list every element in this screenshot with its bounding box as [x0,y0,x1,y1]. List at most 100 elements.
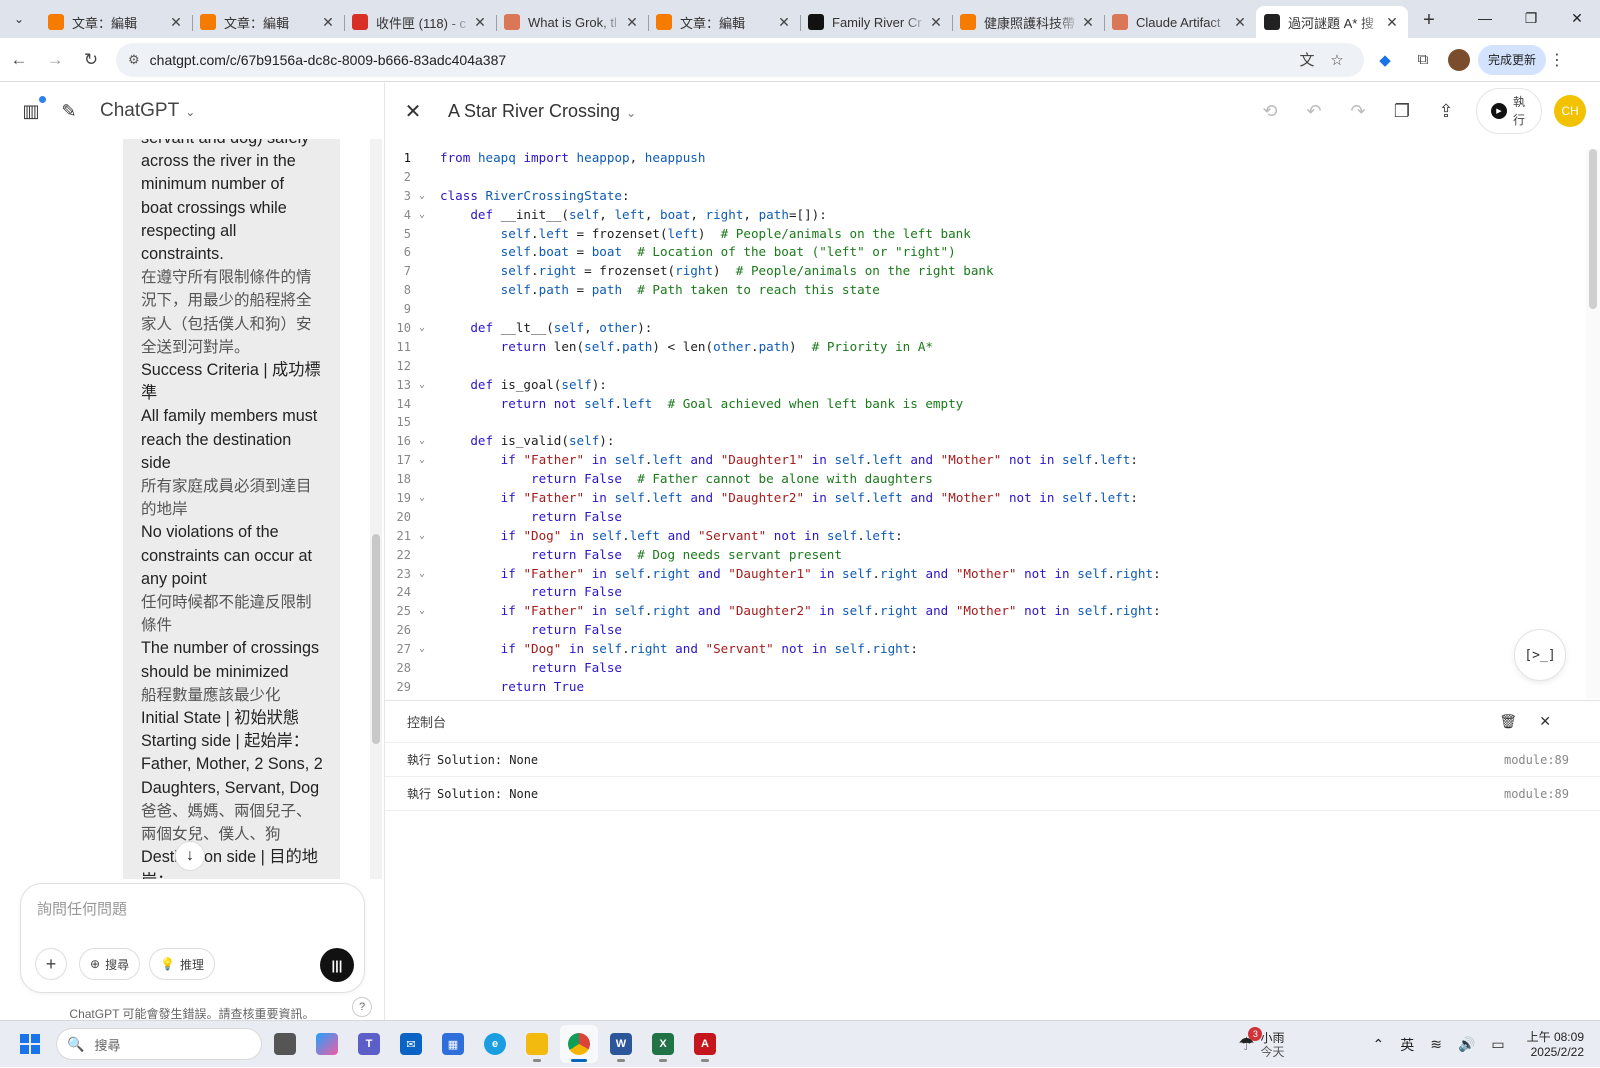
code-line[interactable]: 3 ⌄ class RiverCrossingState: [385,187,1585,206]
word-icon[interactable]: W [602,1025,640,1063]
fold-chevron-icon[interactable]: ⌄ [411,602,433,621]
terminal-icon[interactable]: [>_] [1514,629,1566,681]
chrome-icon[interactable] [560,1025,598,1063]
new-chat-icon[interactable]: ✎ [56,98,82,124]
browser-tab[interactable]: Claude Artifact ✕ [1104,6,1256,38]
browser-tab[interactable]: 文章：編輯 ✕ [40,6,192,38]
code-line[interactable]: 2 [385,168,1585,187]
fold-chevron-icon[interactable]: ⌄ [411,489,433,508]
new-tab-button[interactable]: + [1414,5,1444,35]
close-window-icon[interactable]: ✕ [1554,0,1600,36]
code-line[interactable]: 16 ⌄ def is_valid(self): [385,432,1585,451]
redo-icon[interactable]: ↷ [1336,89,1380,133]
fold-chevron-icon[interactable]: ⌄ [411,640,433,659]
chat-scrollbar[interactable] [370,139,382,879]
voice-mode-icon[interactable]: ||| [320,948,354,982]
code-line[interactable]: 6 self.boat = boat # Location of the boa… [385,243,1585,262]
undo-icon[interactable]: ↶ [1292,89,1336,133]
excel-icon[interactable]: X [644,1025,682,1063]
search-button[interactable]: ⊕ 搜尋 [79,948,141,980]
code-line[interactable]: 20 return False [385,508,1585,527]
scrollbar-thumb[interactable] [372,534,380,744]
close-tab-icon[interactable]: ✕ [168,14,184,31]
fold-chevron-icon[interactable]: ⌄ [411,376,433,395]
trash-icon[interactable]: 🗑 [1499,713,1517,730]
code-line[interactable]: 11 return len(self.path) < len(other.pat… [385,338,1585,357]
extension-blue-icon[interactable]: ◆ [1368,43,1402,77]
code-line[interactable]: 13 ⌄ def is_goal(self): [385,376,1585,395]
reload-icon[interactable]: ↻ [74,43,108,77]
scrollbar-thumb[interactable] [1589,149,1597,309]
browser-tab[interactable]: Family River Cr ✕ [800,6,952,38]
code-line[interactable]: 27 ⌄ if "Dog" in self.right and "Servant"… [385,640,1585,659]
code-line[interactable]: 25 ⌄ if "Father" in self.right and "Daugh… [385,602,1585,621]
scroll-down-button[interactable]: ↓ [175,841,205,871]
composer-input[interactable]: 詢問任何問題 [37,898,127,919]
code-line[interactable]: 14 return not self.left # Goal achieved … [385,395,1585,414]
wifi-icon[interactable]: ≋ [1430,1036,1442,1053]
code-line[interactable]: 22 return False # Dog needs servant pres… [385,546,1585,565]
code-line[interactable]: 8 self.path = path # Path taken to reach… [385,281,1585,300]
taskbar-search[interactable]: 🔍 搜尋 [56,1028,262,1060]
close-canvas-icon[interactable]: ✕ [398,96,428,126]
log-source[interactable]: module:89 [1504,787,1569,801]
fold-chevron-icon[interactable]: ⌄ [411,187,433,206]
restore-icon[interactable]: ❐ [1508,0,1554,36]
close-tab-icon[interactable]: ✕ [776,14,792,31]
profile-avatar[interactable] [1448,48,1470,71]
close-tab-icon[interactable]: ✕ [928,14,944,31]
user-avatar[interactable]: CH [1554,95,1586,127]
code-line[interactable]: 10 ⌄ def __lt__(self, other): [385,319,1585,338]
store-icon[interactable]: ▦ [434,1025,472,1063]
chevron-up-icon[interactable]: ⌃ [1372,1036,1384,1053]
site-info-icon[interactable]: ⚙ [128,52,140,68]
code-line[interactable]: 1 from heapq import heappop, heappush [385,149,1585,168]
code-line[interactable]: 24 return False [385,583,1585,602]
browser-tab[interactable]: 健康照護科技帶 ✕ [952,6,1104,38]
close-tab-icon[interactable]: ✕ [472,14,488,31]
close-console-icon[interactable]: ✕ [1539,713,1551,730]
clock[interactable]: 上午 08:09 2025/2/22 [1527,1030,1584,1060]
fold-chevron-icon[interactable]: ⌄ [411,451,433,470]
code-line[interactable]: 21 ⌄ if "Dog" in self.left and "Servant" … [385,527,1585,546]
help-button[interactable]: ? [352,997,372,1017]
task-view-icon[interactable] [266,1025,304,1063]
code-line[interactable]: 7 self.right = frozenset(right) # People… [385,262,1585,281]
run-button[interactable]: ▶ 執行 [1476,88,1542,134]
extensions-puzzle-icon[interactable]: ⧉ [1406,43,1440,77]
code-line[interactable]: 23 ⌄ if "Father" in self.right and "Daugh… [385,565,1585,584]
code-scrollbar[interactable] [1586,149,1600,699]
sidebar-toggle-icon[interactable]: ▥ [18,96,46,124]
start-icon[interactable] [10,1024,50,1064]
fold-chevron-icon[interactable]: ⌄ [411,527,433,546]
close-tab-icon[interactable]: ✕ [1080,14,1096,31]
code-line[interactable]: 28 return False [385,659,1585,678]
bookmark-star-icon[interactable]: ☆ [1322,51,1352,69]
ime-indicator[interactable]: 英 [1400,1035,1414,1055]
code-line[interactable]: 15 [385,413,1585,432]
fold-chevron-icon[interactable]: ⌄ [411,206,433,225]
code-line[interactable]: 17 ⌄ if "Father" in self.left and "Daught… [385,451,1585,470]
fold-chevron-icon[interactable]: ⌄ [411,565,433,584]
tab-search-chevron-icon[interactable]: ⌄ [4,4,34,34]
file-explorer-icon[interactable] [518,1025,556,1063]
model-selector[interactable]: ChatGPT ⌄ [100,100,195,122]
fold-chevron-icon[interactable]: ⌄ [411,319,433,338]
code-editor[interactable]: 1 from heapq import heappop, heappush 2 3 ⌄ c… [385,149,1585,699]
code-line[interactable]: 9 [385,300,1585,319]
browser-tab[interactable]: 收件匣 (118) - c ✕ [344,6,496,38]
code-line[interactable]: 30 [385,697,1585,700]
browser-tab[interactable]: 過河謎題 A* 搜 ✕ [1256,6,1408,38]
close-tab-icon[interactable]: ✕ [1384,14,1400,31]
attach-button[interactable]: + [35,948,67,980]
code-line[interactable]: 26 return False [385,621,1585,640]
browser-tab[interactable]: 文章：編輯 ✕ [648,6,800,38]
battery-icon[interactable]: ▭ [1491,1036,1504,1053]
forward-icon[interactable]: → [38,43,72,77]
copy-icon[interactable]: ❐ [1380,89,1424,133]
fold-chevron-icon[interactable]: ⌄ [411,432,433,451]
update-button[interactable]: 完成更新 [1478,44,1547,75]
close-tab-icon[interactable]: ✕ [320,14,336,31]
translate-icon[interactable]: 文 [1292,49,1322,70]
code-line[interactable]: 4 ⌄ def __init__(self, left, boat, right,… [385,206,1585,225]
